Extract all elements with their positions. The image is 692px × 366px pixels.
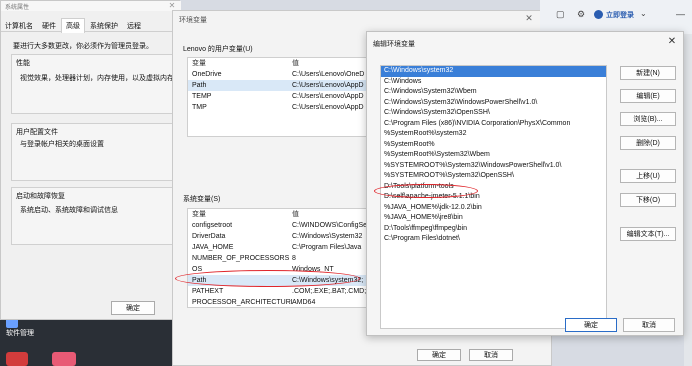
system-vars-label: 系统变量(S) <box>183 196 221 203</box>
list-item[interactable]: %SystemRoot%\system32 <box>381 129 606 140</box>
list-item[interactable]: %SYSTEMROOT%\System32\WindowsPowerShell\… <box>381 161 606 172</box>
performance-group: 性能 视觉效果，处理器计划，内存使用，以及虚拟内存 <box>11 54 179 114</box>
edit-text-button[interactable]: 编辑文本(T)... <box>620 227 676 241</box>
list-item[interactable]: C:\Windows\System32\Wbem <box>381 87 606 98</box>
edit-button[interactable]: 编辑(E) <box>620 89 676 103</box>
new-button[interactable]: 新建(N) <box>620 66 676 80</box>
desktop-app-icon[interactable] <box>6 352 28 366</box>
column-header-variable[interactable]: 变量 <box>188 58 292 69</box>
startup-text: 系统启动、系统故障和调试信息 <box>20 207 118 214</box>
desktop-app-icon[interactable] <box>52 352 76 366</box>
tab-computer-name[interactable]: 计算机名 <box>1 19 37 33</box>
var-name: NUMBER_OF_PROCESSORS <box>192 255 290 262</box>
admin-note: 要进行大多数更改，你必须作为管理员登录。 <box>13 43 153 50</box>
desktop-label[interactable]: 软件管理 <box>6 328 34 338</box>
var-name: Path <box>192 82 207 89</box>
tab-bar: 计算机名 硬件 高级 系统保护 远程 <box>1 18 181 33</box>
list-item[interactable]: %SystemRoot% <box>381 140 606 151</box>
ok-button[interactable]: 确定 <box>565 318 617 332</box>
chevron-down-icon[interactable]: ⌄ <box>640 9 647 18</box>
list-item[interactable]: C:\Windows\System32\WindowsPowerShell\v1… <box>381 98 606 109</box>
dialog-title: 编辑环境变量 <box>373 41 415 48</box>
list-item[interactable]: C:\Windows\System32\OpenSSH\ <box>381 108 606 119</box>
browse-button[interactable]: 浏览(B)... <box>620 112 676 126</box>
user-profile-label: 用户配置文件 <box>16 129 58 136</box>
system-properties-window: 系统属性 ✕ 计算机名 硬件 高级 系统保护 远程 要进行大多数更改，你必须作为管理员登… <box>0 0 181 320</box>
var-name: PROCESSOR_ARCHITECTURE <box>192 299 292 306</box>
var-name: JAVA_HOME <box>192 244 234 251</box>
var-name: DriverData <box>192 233 226 240</box>
list-item[interactable]: C:\Program Files (x86)\NVIDIA Corporatio… <box>381 119 606 130</box>
list-item[interactable]: %SystemRoot%\System32\Wbem <box>381 150 606 161</box>
move-up-button[interactable]: 上移(U) <box>620 169 676 183</box>
startup-label: 启动和故障恢复 <box>16 193 65 200</box>
delete-button[interactable]: 删除(D) <box>620 136 676 150</box>
column-header-variable[interactable]: 变量 <box>188 209 292 220</box>
var-name: TMP <box>192 104 207 111</box>
performance-text: 视觉效果，处理器计划，内存使用，以及虚拟内存 <box>20 75 174 82</box>
var-name: configsetroot <box>192 222 233 229</box>
tab-hardware[interactable]: 硬件 <box>38 19 60 33</box>
user-profile-text: 与登录帐户相关的桌面设置 <box>20 141 104 148</box>
ok-button[interactable]: 确定 <box>111 301 155 315</box>
close-icon[interactable]: ✕ <box>663 34 681 50</box>
list-item[interactable]: C:\Program Files\dotnet\ <box>381 234 606 245</box>
list-item[interactable]: %JAVA_HOME%\jdk-12.0.2\bin <box>381 203 606 214</box>
tab-advanced[interactable]: 高级 <box>61 18 85 33</box>
login-link[interactable]: 立即登录 <box>606 10 634 20</box>
minimize-icon[interactable]: — <box>676 9 685 19</box>
list-item[interactable]: C:\Windows\system32 <box>381 66 606 77</box>
list-item[interactable]: D:\Tools\ffmpeg\ffmpeg\bin <box>381 224 606 235</box>
var-name: PATHEXT <box>192 288 224 295</box>
annotation-ellipse <box>374 184 478 198</box>
annotation-ellipse <box>175 270 360 287</box>
cancel-button[interactable]: 取消 <box>469 349 513 361</box>
tab-remote[interactable]: 远程 <box>123 19 145 33</box>
settings-icon[interactable]: ⚙ <box>577 9 585 20</box>
user-profile-group: 用户配置文件 与登录帐户相关的桌面设置 <box>11 123 179 181</box>
performance-label: 性能 <box>16 60 30 67</box>
close-icon[interactable]: ✕ <box>521 13 537 27</box>
list-item[interactable]: %SYSTEMROOT%\System32\OpenSSH\ <box>381 171 606 182</box>
list-item[interactable]: C:\Windows <box>381 77 606 88</box>
window-icon[interactable]: ▢ <box>556 9 565 20</box>
user-vars-label: Lenovo 的用户变量(U) <box>183 46 253 53</box>
var-name: OneDrive <box>192 71 222 78</box>
move-down-button[interactable]: 下移(O) <box>620 193 676 207</box>
startup-recovery-group: 启动和故障恢复 系统启动、系统故障和调试信息 <box>11 187 179 245</box>
page-background <box>684 34 692 366</box>
tab-system-protection[interactable]: 系统保护 <box>86 19 122 33</box>
ok-button[interactable]: 确定 <box>417 349 461 361</box>
user-avatar-icon[interactable] <box>594 10 603 19</box>
cancel-button[interactable]: 取消 <box>623 318 675 332</box>
window-title: 环境变量 <box>179 17 207 24</box>
var-name: TEMP <box>192 93 212 100</box>
window-title: 系统属性 <box>1 1 181 11</box>
list-item[interactable]: %JAVA_HOME%\jre8\bin <box>381 213 606 224</box>
